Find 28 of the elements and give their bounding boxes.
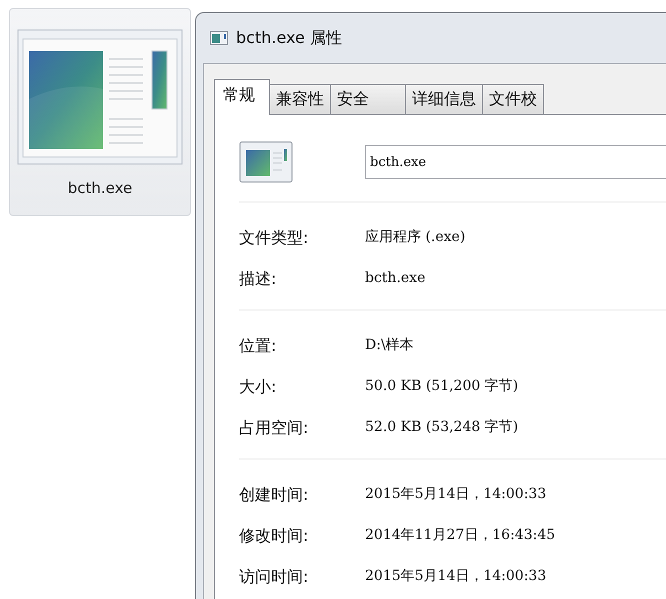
property-label: 占用空间: (239, 416, 310, 438)
tab[interactable]: 常规 (214, 79, 270, 115)
property-value: 52.0 KB (53,248 字节) (365, 418, 518, 437)
tab[interactable]: 文件校 (482, 84, 544, 114)
property-value: 50.0 KB (51,200 字节) (365, 377, 518, 396)
property-label: 修改时间: (239, 524, 310, 546)
property-label: 描述: (239, 268, 278, 290)
property-label: 创建时间: (239, 484, 310, 506)
property-value: 2015年5月14日，14:00:33 (365, 485, 546, 504)
file-name: bcth.exe (68, 178, 132, 199)
application-window-icon (17, 29, 183, 165)
application-icon (239, 141, 293, 183)
property-value: bcth.exe (365, 269, 426, 288)
property-label: 位置: (239, 334, 278, 356)
property-label: 文件类型: (239, 226, 310, 248)
property-value: D:\样本 (365, 336, 414, 355)
tab[interactable]: 详细信息 (405, 84, 483, 114)
property-value: 2015年5月14日，14:00:33 (365, 567, 546, 586)
property-label: 访问时间: (239, 566, 310, 588)
property-value: 2014年11月27日，16:43:45 (365, 526, 556, 545)
file-tile[interactable]: bcth.exe (9, 8, 191, 216)
property-label: 大小: (239, 376, 278, 398)
property-value: 应用程序 (.exe) (365, 228, 466, 247)
window-title: bcth.exe 属性 (236, 27, 342, 49)
application-icon (210, 31, 228, 45)
tab[interactable]: 安全 (330, 84, 406, 114)
file-name-field[interactable]: bcth.exe (365, 145, 666, 179)
tab[interactable]: 兼容性 (269, 84, 331, 114)
